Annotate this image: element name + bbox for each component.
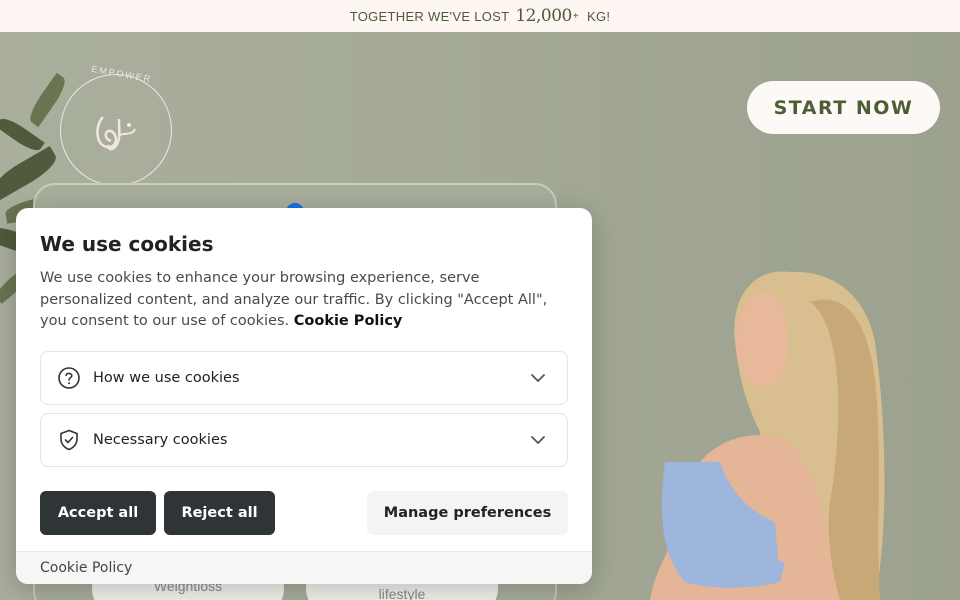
- start-now-button[interactable]: START NOW: [747, 81, 940, 134]
- logo-ring-text: EMPOWER: [90, 63, 153, 85]
- announcement-plus: +: [572, 10, 579, 22]
- shield-check-icon: [60, 429, 78, 451]
- hero-model-image: [650, 271, 885, 600]
- cookie-consent-dialog: We use cookies We use cookies to enhance…: [16, 208, 592, 584]
- announcement-suffix: KG!: [586, 8, 611, 24]
- cookie-dialog-footer: Cookie Policy: [16, 551, 592, 584]
- announcement-prefix: TOGETHER WE'VE LOST: [349, 8, 510, 24]
- accept-all-button[interactable]: Accept all: [40, 491, 156, 535]
- reject-all-button[interactable]: Reject all: [164, 491, 275, 535]
- accordion-label: How we use cookies: [93, 370, 240, 386]
- announcement-bar: TOGETHER WE'VE LOST 12,000 + KG!: [0, 0, 960, 32]
- chevron-down-icon: [531, 436, 545, 445]
- question-circle-icon: [58, 367, 80, 389]
- accordion-how-we-use-cookies[interactable]: How we use cookies: [40, 351, 568, 405]
- accordion-necessary-cookies[interactable]: Necessary cookies: [40, 413, 568, 467]
- cookie-title: We use cookies: [40, 232, 214, 256]
- announcement-number: 12,000: [515, 6, 572, 26]
- manage-preferences-button[interactable]: Manage preferences: [367, 491, 568, 535]
- brand-logo[interactable]: EMPOWER: [60, 64, 172, 186]
- chevron-down-icon: [531, 374, 545, 383]
- cookie-policy-link[interactable]: Cookie Policy: [294, 313, 403, 329]
- cookie-description: We use cookies to enhance your browsing …: [40, 268, 560, 333]
- footer-cookie-policy-link[interactable]: Cookie Policy: [40, 560, 132, 576]
- monogram-icon: [96, 116, 136, 151]
- accordion-label: Necessary cookies: [93, 432, 228, 448]
